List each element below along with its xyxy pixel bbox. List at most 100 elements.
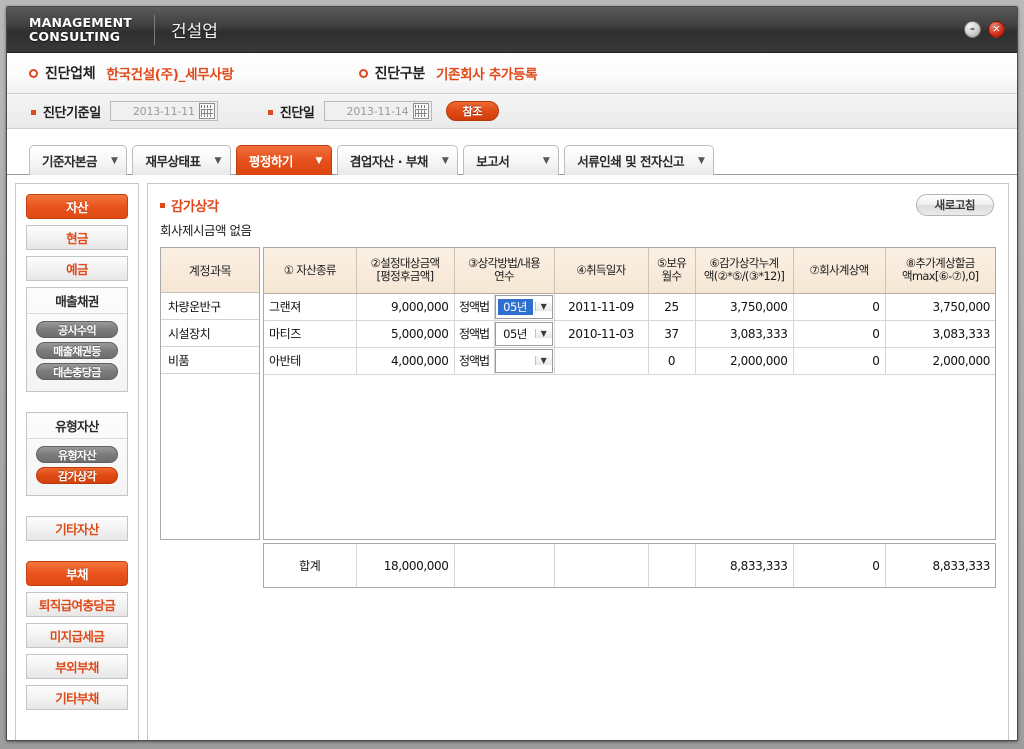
sidebar-item-현금[interactable]: 현금 — [26, 225, 128, 250]
totals-table: 합계 18,000,000 8,833,333 0 8,833,333 — [264, 544, 995, 587]
header-line-2: [평정후금액] — [376, 269, 435, 284]
sidebar-item-부외부채[interactable]: 부외부채 — [26, 654, 128, 679]
tab-1[interactable]: 재무상태표 ▼ — [132, 145, 231, 175]
sidebar-item-기타자산[interactable]: 기타자산 — [26, 516, 128, 541]
sidebar-item-유형자산[interactable]: 유형자산 — [36, 446, 118, 463]
data-grid: ① 자산종류 ②설정대상금액 [평정후금액] ③상각방법/내용 연수 ④취득일자 ⑤보유 월수… — [263, 247, 996, 540]
sidebar-group-title[interactable]: 유형자산 — [27, 413, 127, 439]
chevron-down-icon[interactable]: ▼ — [534, 356, 552, 365]
cell-amount[interactable]: 5,000,000 — [356, 320, 455, 348]
grid-header-cell-5: ⑥감가상각누계 액(②*⑤/(③*12)] — [695, 248, 794, 294]
cell-holding-months[interactable]: 25 — [648, 293, 696, 321]
tab-3[interactable]: 겸업자산 · 부채 ▼ — [336, 145, 459, 175]
sidebar-item-미지급세금[interactable]: 미지급세금 — [26, 623, 128, 648]
sidebar-item-부채[interactable]: 부채 — [26, 561, 128, 586]
tab-4[interactable]: 보고서 ▼ — [463, 145, 560, 175]
grid-empty-area[interactable] — [264, 374, 995, 539]
cell-depreciation-method[interactable]: 정액법 ▼ — [454, 347, 555, 375]
cell-accumulated-depreciation[interactable]: 2,000,000 — [695, 347, 794, 375]
tab-2[interactable]: 평정하기 ▼ — [235, 145, 332, 175]
cell-amount[interactable]: 9,000,000 — [356, 293, 455, 321]
sidebar-item-대손충당금[interactable]: 대손충당금 — [36, 363, 118, 380]
sidebar-item-자산[interactable]: 자산 — [26, 194, 128, 219]
grid-body: 그랜져 9,000,000 정액법 05년 ▼ 2011-11-09 25 3,750,000… — [264, 293, 995, 375]
cell-depreciation-method[interactable]: 정액법 05년 ▼ — [454, 293, 555, 321]
refresh-button[interactable]: 새로고침 — [915, 194, 994, 216]
content-panel: 감가상각 회사제시금액 없음 새로고침 계정과목 차량운반구 시설장치 비품 ①… — [147, 183, 1009, 740]
main-body: 자산 현금 예금 매출채권 공사수익 매출채권등 대손충당금 유형자산 유형자산 감가상각 기타자산… — [7, 175, 1017, 740]
cell-extra-amount[interactable]: 3,083,333 — [885, 320, 995, 348]
totals-accumulated-depreciation: 8,833,333 — [695, 544, 794, 587]
cell-acquire-date[interactable]: 2010-11-03 — [554, 320, 649, 348]
cell-company-amount[interactable]: 0 — [793, 347, 886, 375]
cell-holding-months[interactable]: 37 — [648, 320, 696, 348]
table-row[interactable]: 마티즈 5,000,000 정액법 05년 ▼ 2010-11-03 37 3,083,333… — [264, 320, 995, 348]
sidebar-item-감가상각[interactable]: 감가상각 — [36, 467, 118, 484]
header-line-2: 액(②*⑤/(③*12)] — [703, 269, 785, 284]
account-cell[interactable]: 비품 — [161, 347, 259, 374]
cell-accumulated-depreciation[interactable]: 3,750,000 — [695, 293, 794, 321]
table-row[interactable]: 그랜져 9,000,000 정액법 05년 ▼ 2011-11-09 25 3,750,000… — [264, 293, 995, 321]
chevron-down-icon[interactable]: ▼ — [111, 156, 118, 166]
calendar-icon[interactable] — [198, 103, 215, 119]
useful-life-select[interactable]: 05년 ▼ — [494, 321, 553, 346]
account-cell[interactable]: 차량운반구 — [161, 293, 259, 320]
cell-acquire-date[interactable]: 2011-11-09 — [554, 293, 649, 321]
account-column: 계정과목 차량운반구 시설장치 비품 — [160, 247, 260, 540]
account-cell[interactable]: 시설장치 — [161, 320, 259, 347]
useful-life-select[interactable]: ▼ — [494, 348, 553, 373]
cell-accumulated-depreciation[interactable]: 3,083,333 — [695, 320, 794, 348]
header-line-1: ④취득일자 — [576, 262, 626, 277]
minimize-icon[interactable]: – — [964, 21, 981, 38]
cell-depreciation-method[interactable]: 정액법 05년 ▼ — [454, 320, 555, 348]
cell-asset-type[interactable]: 그랜져 — [264, 293, 357, 321]
diagnosis-date-field[interactable]: 2013-11-14 — [323, 101, 432, 121]
close-icon[interactable]: ✕ — [988, 21, 1005, 38]
sidebar-item-기타부채[interactable]: 기타부채 — [26, 685, 128, 710]
useful-life-value: 05년 — [503, 326, 527, 341]
circle-bullet-icon — [29, 68, 38, 78]
grid-header-cell-4: ⑤보유 월수 — [648, 248, 696, 294]
cell-company-amount[interactable]: 0 — [793, 293, 886, 321]
cell-asset-type[interactable]: 마티즈 — [264, 320, 357, 348]
base-date-field[interactable]: 2013-11-11 — [109, 101, 218, 121]
sidebar-item-퇴직급여충당금[interactable]: 퇴직급여충당금 — [26, 592, 128, 617]
cell-asset-type[interactable]: 아반테 — [264, 347, 357, 375]
sidebar-item-매출채권등[interactable]: 매출채권등 — [36, 342, 118, 359]
cell-extra-amount[interactable]: 3,750,000 — [885, 293, 995, 321]
grid-header-row: ① 자산종류 ②설정대상금액 [평정후금액] ③상각방법/내용 연수 ④취득일자 ⑤보유 월수… — [264, 248, 995, 294]
account-cells: 차량운반구 시설장치 비품 — [161, 293, 259, 374]
grid-wrapper: 계정과목 차량운반구 시설장치 비품 ① 자산종류 ②설정대상금액 [평정후금액] ③상각… — [160, 247, 996, 540]
title-divider — [154, 14, 156, 45]
chevron-down-icon[interactable]: ▼ — [214, 156, 221, 166]
reference-button[interactable]: 참조 — [445, 101, 500, 121]
cell-holding-months[interactable]: 0 — [648, 347, 696, 375]
cell-acquire-date[interactable] — [554, 347, 649, 375]
sidebar-item-예금[interactable]: 예금 — [26, 256, 128, 281]
chevron-down-icon[interactable]: ▼ — [543, 156, 550, 166]
sidebar-group-title[interactable]: 매출채권 — [27, 288, 127, 314]
useful-life-select[interactable]: 05년 ▼ — [494, 294, 553, 319]
cell-amount[interactable]: 4,000,000 — [356, 347, 455, 375]
chevron-down-icon[interactable]: ▼ — [534, 329, 552, 338]
depreciation-method-label: 정액법 — [455, 293, 495, 320]
chevron-down-icon[interactable]: ▼ — [534, 302, 552, 311]
tab-0[interactable]: 기준자본금 ▼ — [29, 145, 128, 175]
diagnosis-type-value: 기존회사 추가등록 — [435, 67, 538, 83]
chevron-down-icon[interactable]: ▼ — [442, 156, 449, 166]
company-label: 진단업체 — [45, 66, 96, 82]
cell-extra-amount[interactable]: 2,000,000 — [885, 347, 995, 375]
depreciation-method-label: 정액법 — [455, 347, 495, 374]
chevron-down-icon[interactable]: ▼ — [698, 156, 705, 166]
app-root: MANAGEMENT CONSULTING 건설업 – ✕ 진단업체 한국건설(… — [0, 0, 1024, 749]
calendar-icon[interactable] — [412, 103, 429, 119]
diagnosis-type-info: 진단구분 기존회사 추가등록 — [358, 63, 538, 83]
sidebar-item-공사수익[interactable]: 공사수익 — [36, 321, 118, 338]
totals-panel: 합계 18,000,000 8,833,333 0 8,833,333 — [263, 543, 996, 588]
tab-5[interactable]: 서류인쇄 및 전자신고 ▼ — [564, 145, 715, 175]
cell-company-amount[interactable]: 0 — [793, 320, 886, 348]
tab-label: 보고서 — [476, 154, 510, 169]
chevron-down-icon[interactable]: ▼ — [315, 156, 322, 166]
table-row[interactable]: 아반테 4,000,000 정액법 ▼ 0 2,000,000 0 2,000,000 — [264, 347, 995, 375]
